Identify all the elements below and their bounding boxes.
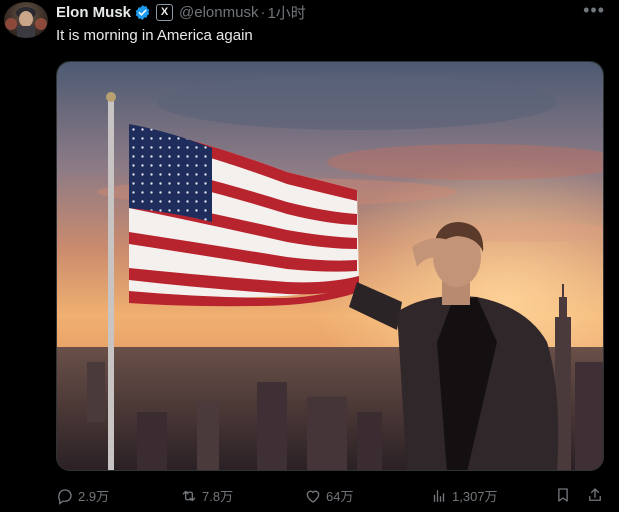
header-separator: · xyxy=(260,3,266,21)
reply-count: 2.9万 xyxy=(78,489,110,504)
views-chart-icon xyxy=(433,489,445,502)
like-count: 64万 xyxy=(326,489,354,504)
tweet-header: Elon Musk X @elonmusk · 1小时 xyxy=(56,2,306,22)
avatar[interactable] xyxy=(4,2,48,38)
views-count: 1,307万 xyxy=(452,489,498,504)
more-options-icon[interactable]: ••• xyxy=(583,0,605,21)
tweet-image[interactable] xyxy=(56,61,604,471)
bookmark-icon xyxy=(558,488,568,502)
tweet-text: It is morning in America again xyxy=(56,27,253,44)
tweet-timestamp[interactable]: 1小时 xyxy=(267,2,305,23)
reply-button[interactable]: 2.9万 xyxy=(56,486,109,505)
like-button[interactable]: 64万 xyxy=(304,486,353,505)
repost-button[interactable]: 7.8万 xyxy=(180,486,233,505)
share-button[interactable] xyxy=(586,486,608,504)
repost-count: 7.8万 xyxy=(202,489,234,504)
heart-icon xyxy=(306,490,320,503)
bookmark-button[interactable] xyxy=(554,486,576,504)
share-icon xyxy=(589,488,601,501)
x-badge: X xyxy=(156,3,174,21)
repost-icon xyxy=(182,490,196,501)
author-name[interactable]: Elon Musk xyxy=(56,4,131,21)
tweet: Elon Musk X @elonmusk · 1小时 ••• It is mo… xyxy=(0,0,619,512)
views-button[interactable]: 1,307万 xyxy=(430,486,498,505)
author-handle[interactable]: @elonmusk xyxy=(179,4,258,21)
action-bar: 2.9万 7.8万 64万 1,307万 xyxy=(56,486,606,506)
reply-icon xyxy=(58,488,72,505)
verified-badge-icon xyxy=(134,4,151,21)
